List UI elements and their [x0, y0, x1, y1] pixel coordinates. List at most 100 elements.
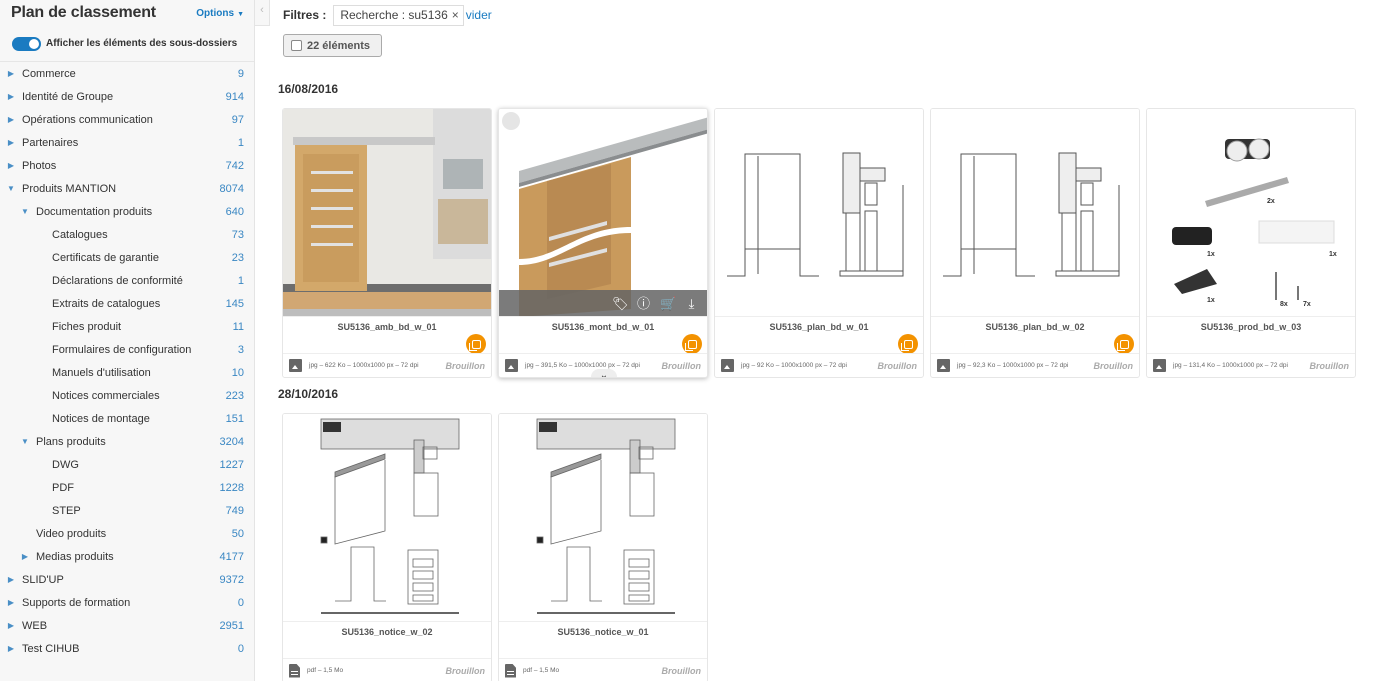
- caret-right-icon[interactable]: ▶: [6, 115, 16, 124]
- tree-item-count: 151: [225, 412, 244, 425]
- clear-filters-link[interactable]: vider: [466, 8, 492, 22]
- caret-down-icon[interactable]: ▼: [20, 437, 30, 446]
- tree-item[interactable]: ▶ Commerce 9: [0, 62, 254, 85]
- versions-button[interactable]: [1114, 334, 1134, 354]
- asset-card[interactable]: SU5136_notice_w_01 pdf – 1,5 Mo Brouillo…: [498, 413, 708, 681]
- caret-right-icon[interactable]: ▶: [20, 552, 30, 561]
- tree-item-count: 9372: [219, 573, 244, 586]
- versions-button[interactable]: [466, 334, 486, 354]
- tree-item-count: 11: [232, 320, 244, 333]
- tree-item-label: Documentation produits: [36, 205, 153, 218]
- asset-card[interactable]: 🏷 ⓘ 🛒 ⤓ SU5136_mont_bd_w_01 jpg – 391,5 Ko –…: [498, 108, 708, 378]
- asset-grid: SU5136_notice_w_02 pdf – 1,5 Mo Brouillo…: [278, 413, 1382, 681]
- select-all-checkbox[interactable]: [291, 40, 302, 51]
- tree-item[interactable]: DWG 1227: [0, 453, 254, 476]
- tree-item[interactable]: ▶ Photos 742: [0, 154, 254, 177]
- asset-status: Brouillon: [445, 665, 486, 676]
- caret-right-icon[interactable]: ▶: [6, 161, 16, 170]
- tree-item[interactable]: Notices commerciales 223: [0, 384, 254, 407]
- tree-item-label: STEP: [52, 504, 81, 517]
- tree-item-label: Opérations communication: [22, 113, 153, 126]
- asset-card[interactable]: 2x 1x 1x 1x 8x 7x SU5136_prod_bd_w_03 jp…: [1146, 108, 1356, 378]
- versions-button[interactable]: [898, 334, 918, 354]
- asset-thumbnail[interactable]: [283, 109, 491, 317]
- tree-item[interactable]: Manuels d'utilisation 10: [0, 361, 254, 384]
- tree-item-label: Notices commerciales: [52, 389, 160, 402]
- asset-status: Brouillon: [1093, 360, 1134, 371]
- versions-button[interactable]: [682, 334, 702, 354]
- tree-item[interactable]: ▶ Partenaires 1: [0, 131, 254, 154]
- asset-thumbnail[interactable]: [499, 414, 707, 622]
- asset-thumbnail[interactable]: [931, 109, 1139, 317]
- asset-status: Brouillon: [1309, 360, 1350, 371]
- tree-item[interactable]: Certificats de garantie 23: [0, 246, 254, 269]
- tree-item-label: Video produits: [36, 527, 107, 540]
- asset-thumbnail[interactable]: [715, 109, 923, 317]
- tree-item[interactable]: ▶ Opérations communication 97: [0, 108, 254, 131]
- asset-thumbnail[interactable]: 2x 1x 1x 1x 8x 7x: [1147, 109, 1355, 317]
- cart-add-icon[interactable]: 🛒: [660, 297, 676, 310]
- options-dropdown[interactable]: Options ▼: [196, 8, 244, 19]
- tree-item[interactable]: Déclarations de conformité 1: [0, 269, 254, 292]
- subfolder-toggle[interactable]: [12, 36, 41, 51]
- tree-item[interactable]: Fiches produit 11: [0, 315, 254, 338]
- tree-item[interactable]: ▶ Identité de Groupe 914: [0, 85, 254, 108]
- select-all-button[interactable]: 22 éléments: [283, 34, 382, 57]
- tree-item-label: Supports de formation: [22, 596, 131, 609]
- tree-item-count: 742: [225, 159, 244, 172]
- asset-thumbnail[interactable]: [283, 414, 491, 622]
- tree-item[interactable]: ▼ Produits MANTION 8074: [0, 177, 254, 200]
- expand-details-button[interactable]: ⌄: [591, 369, 617, 378]
- caret-right-icon[interactable]: ▶: [6, 598, 16, 607]
- asset-card[interactable]: SU5136_amb_bd_w_01 jpg – 622 Ko – 1000x1…: [282, 108, 492, 378]
- tree-item-count: 1: [237, 136, 244, 149]
- tree-item[interactable]: ▼ Documentation produits 640: [0, 200, 254, 223]
- document-icon: [289, 663, 300, 678]
- asset-card[interactable]: SU5136_plan_bd_w_02 jpg – 92,3 Ko – 1000…: [930, 108, 1140, 378]
- remove-filter-icon[interactable]: ×: [452, 8, 459, 22]
- tree-item[interactable]: ▶ WEB 2951: [0, 614, 254, 637]
- tree-item-label: Produits MANTION: [22, 182, 117, 195]
- caret-right-icon[interactable]: ▶: [6, 138, 16, 147]
- asset-footer: jpg – 131,4 Ko – 1000x1000 px – 72 dpi B…: [1147, 353, 1355, 377]
- tree-item[interactable]: ▶ Medias produits 4177: [0, 545, 254, 568]
- tree-item[interactable]: Extraits de catalogues 145: [0, 292, 254, 315]
- caret-right-icon[interactable]: ▶: [6, 575, 16, 584]
- caret-right-icon[interactable]: ▶: [6, 69, 16, 78]
- select-asset-checkbox[interactable]: [502, 112, 520, 130]
- info-icon[interactable]: ⓘ: [636, 297, 651, 310]
- asset-footer: pdf – 1,5 Mo Brouillon: [283, 658, 491, 681]
- image-icon: [1153, 359, 1166, 372]
- asset-card[interactable]: SU5136_plan_bd_w_01 jpg – 92 Ko – 1000x1…: [714, 108, 924, 378]
- tree-item-label: Catalogues: [52, 228, 108, 241]
- sidebar-title: Plan de classement: [11, 4, 156, 21]
- tree-item[interactable]: ▼ Plans produits 3204: [0, 430, 254, 453]
- tree-item-label: Notices de montage: [52, 412, 150, 425]
- tree-item-count: 23: [231, 251, 244, 264]
- tree-item[interactable]: ▶ SLID'UP 9372: [0, 568, 254, 591]
- tree-item[interactable]: Catalogues 73: [0, 223, 254, 246]
- caret-right-icon[interactable]: ▶: [6, 621, 16, 630]
- tree-item[interactable]: ▶ Test CIHUB 0: [0, 637, 254, 660]
- tree-item[interactable]: STEP 749: [0, 499, 254, 522]
- asset-meta: pdf – 1,5 Mo: [523, 667, 560, 674]
- download-icon[interactable]: ⤓: [684, 297, 699, 310]
- asset-card[interactable]: SU5136_notice_w_02 pdf – 1,5 Mo Brouillo…: [282, 413, 492, 681]
- tree-item[interactable]: Notices de montage 151: [0, 407, 254, 430]
- caret-down-icon[interactable]: ▼: [20, 207, 30, 216]
- tree-item[interactable]: Video produits 50: [0, 522, 254, 545]
- asset-thumbnail[interactable]: 🏷 ⓘ 🛒 ⤓: [499, 109, 707, 317]
- chevron-down-icon: ⌄: [599, 370, 609, 378]
- caret-down-icon[interactable]: ▼: [6, 184, 16, 193]
- tree-item-count: 1228: [219, 481, 244, 494]
- tree-item[interactable]: ▶ Supports de formation 0: [0, 591, 254, 614]
- tree-item-count: 1227: [219, 458, 244, 471]
- tree-item[interactable]: Formulaires de configuration 3: [0, 338, 254, 361]
- caret-right-icon[interactable]: ▶: [6, 92, 16, 101]
- tag-icon[interactable]: 🏷: [612, 297, 629, 310]
- main-content: Filtres : Recherche : su5136 × vider 22 …: [255, 0, 1382, 681]
- caret-right-icon[interactable]: ▶: [6, 644, 16, 653]
- asset-status: Brouillon: [445, 360, 486, 371]
- date-group-header: 28/10/2016: [278, 387, 339, 401]
- tree-item[interactable]: PDF 1228: [0, 476, 254, 499]
